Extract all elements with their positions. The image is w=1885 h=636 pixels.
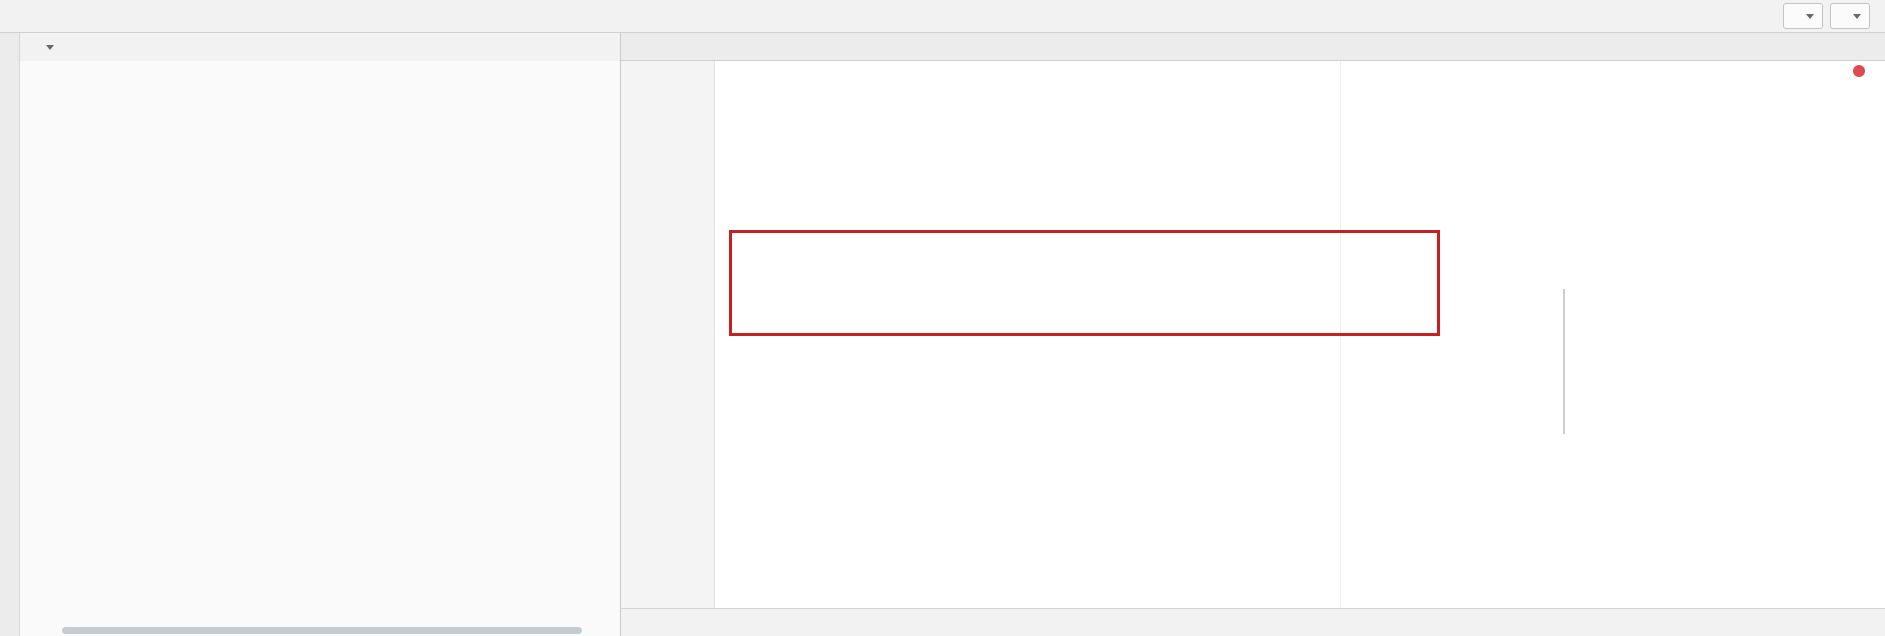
- horizontal-scrollbar[interactable]: [62, 627, 582, 634]
- chevron-down-icon: [1806, 13, 1814, 19]
- editor-gutter: [621, 61, 715, 608]
- editor-tabs: [621, 33, 1885, 61]
- margin-guide: [1340, 61, 1341, 608]
- android-studio-window: [0, 0, 1885, 636]
- chevron-down-icon[interactable]: [46, 44, 54, 50]
- device-select[interactable]: [1830, 3, 1870, 29]
- project-panel-header: [20, 33, 620, 61]
- editor-breadcrumbs: [621, 608, 1885, 636]
- scrollbar-thumb[interactable]: [1563, 289, 1565, 434]
- error-indicator[interactable]: [1853, 65, 1865, 77]
- code-editor[interactable]: [621, 61, 1885, 608]
- main-toolbar: [0, 0, 1885, 33]
- chevron-down-icon: [1853, 13, 1861, 19]
- tool-window-stripe: [0, 33, 20, 636]
- editor-area: [621, 33, 1885, 636]
- project-tool-window: [20, 33, 620, 636]
- make-project-button[interactable]: [1754, 5, 1776, 27]
- project-tree: [20, 61, 620, 636]
- highlight-box: [729, 230, 1440, 336]
- run-config-select[interactable]: [1783, 3, 1823, 29]
- toolbar-actions: [1754, 3, 1877, 29]
